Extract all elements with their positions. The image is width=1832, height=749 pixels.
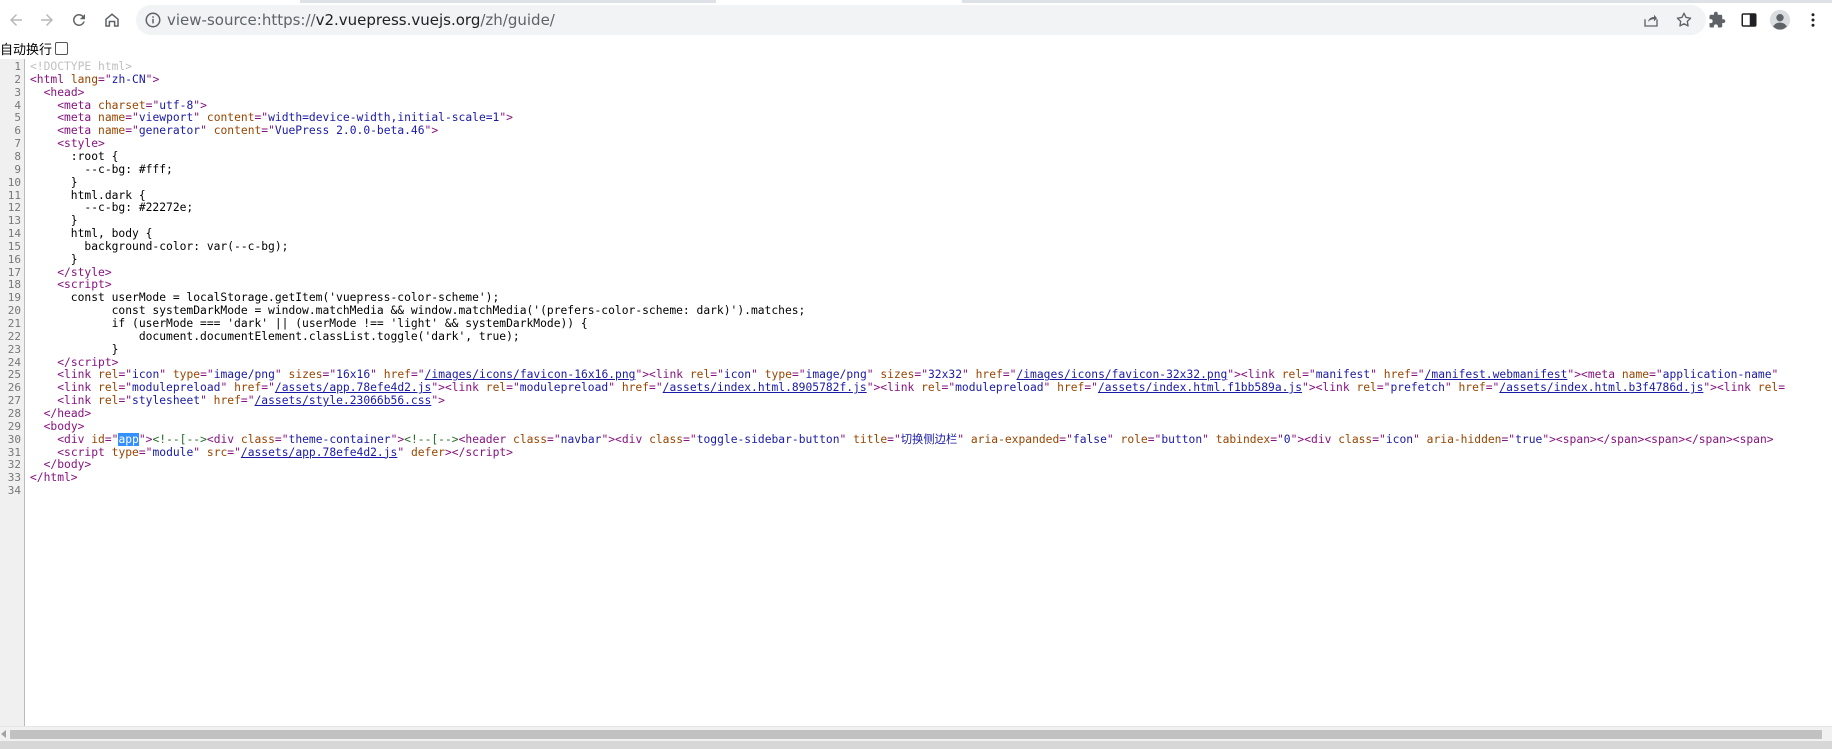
forward-icon (41, 14, 53, 26)
scrollbar-thumb[interactable] (10, 730, 1822, 739)
profile-button[interactable] (1769, 9, 1791, 31)
profile-icon (1769, 9, 1791, 31)
info-icon[interactable] (144, 11, 162, 29)
back-icon (10, 14, 22, 26)
tabstrip-edge (300, 0, 716, 3)
source-line: 34 (0, 483, 1832, 498)
extensions-icon (1709, 11, 1726, 28)
source-view[interactable]: 1 <!DOCTYPE html> 2 <html lang="zh-CN"> 3 <h… (0, 59, 1832, 730)
scroll-left-icon[interactable] (1, 730, 6, 738)
address-bar[interactable]: view-source:https://v2.vuepress.vuejs.or… (136, 5, 1706, 35)
side-panel-button[interactable] (1738, 9, 1760, 31)
horizontal-scrollbar[interactable] (0, 726, 1832, 741)
back-button[interactable] (2, 6, 30, 34)
share-icon[interactable] (1642, 11, 1660, 29)
tabstrip-edge (962, 0, 1832, 3)
line-number: 34 (7, 484, 21, 498)
side-panel-icon (1741, 13, 1757, 27)
line-wrap-checkbox[interactable] (55, 42, 69, 55)
line-wrap-row: 自动换行 (0, 40, 69, 58)
url-host: v2.vuepress.vuejs.org (315, 11, 481, 29)
home-button[interactable] (98, 6, 126, 34)
browser-toolbar: view-source:https://v2.vuepress.vuejs.or… (0, 0, 1832, 40)
url-scheme: view-source:https:// (167, 11, 316, 29)
reload-icon (72, 13, 85, 26)
extensions-button[interactable] (1706, 9, 1728, 31)
bookmark-star-icon[interactable] (1675, 11, 1693, 29)
menu-icon (1811, 13, 1815, 27)
window-bottom-edge (0, 741, 1832, 749)
line-wrap-label: 自动换行 (0, 43, 53, 58)
home-icon (105, 13, 119, 27)
url-text[interactable]: view-source:https://v2.vuepress.vuejs.or… (167, 5, 555, 35)
menu-button[interactable] (1802, 9, 1824, 31)
url-path: /zh/guide/ (480, 11, 555, 29)
forward-button[interactable] (33, 6, 61, 34)
reload-button[interactable] (65, 6, 93, 34)
